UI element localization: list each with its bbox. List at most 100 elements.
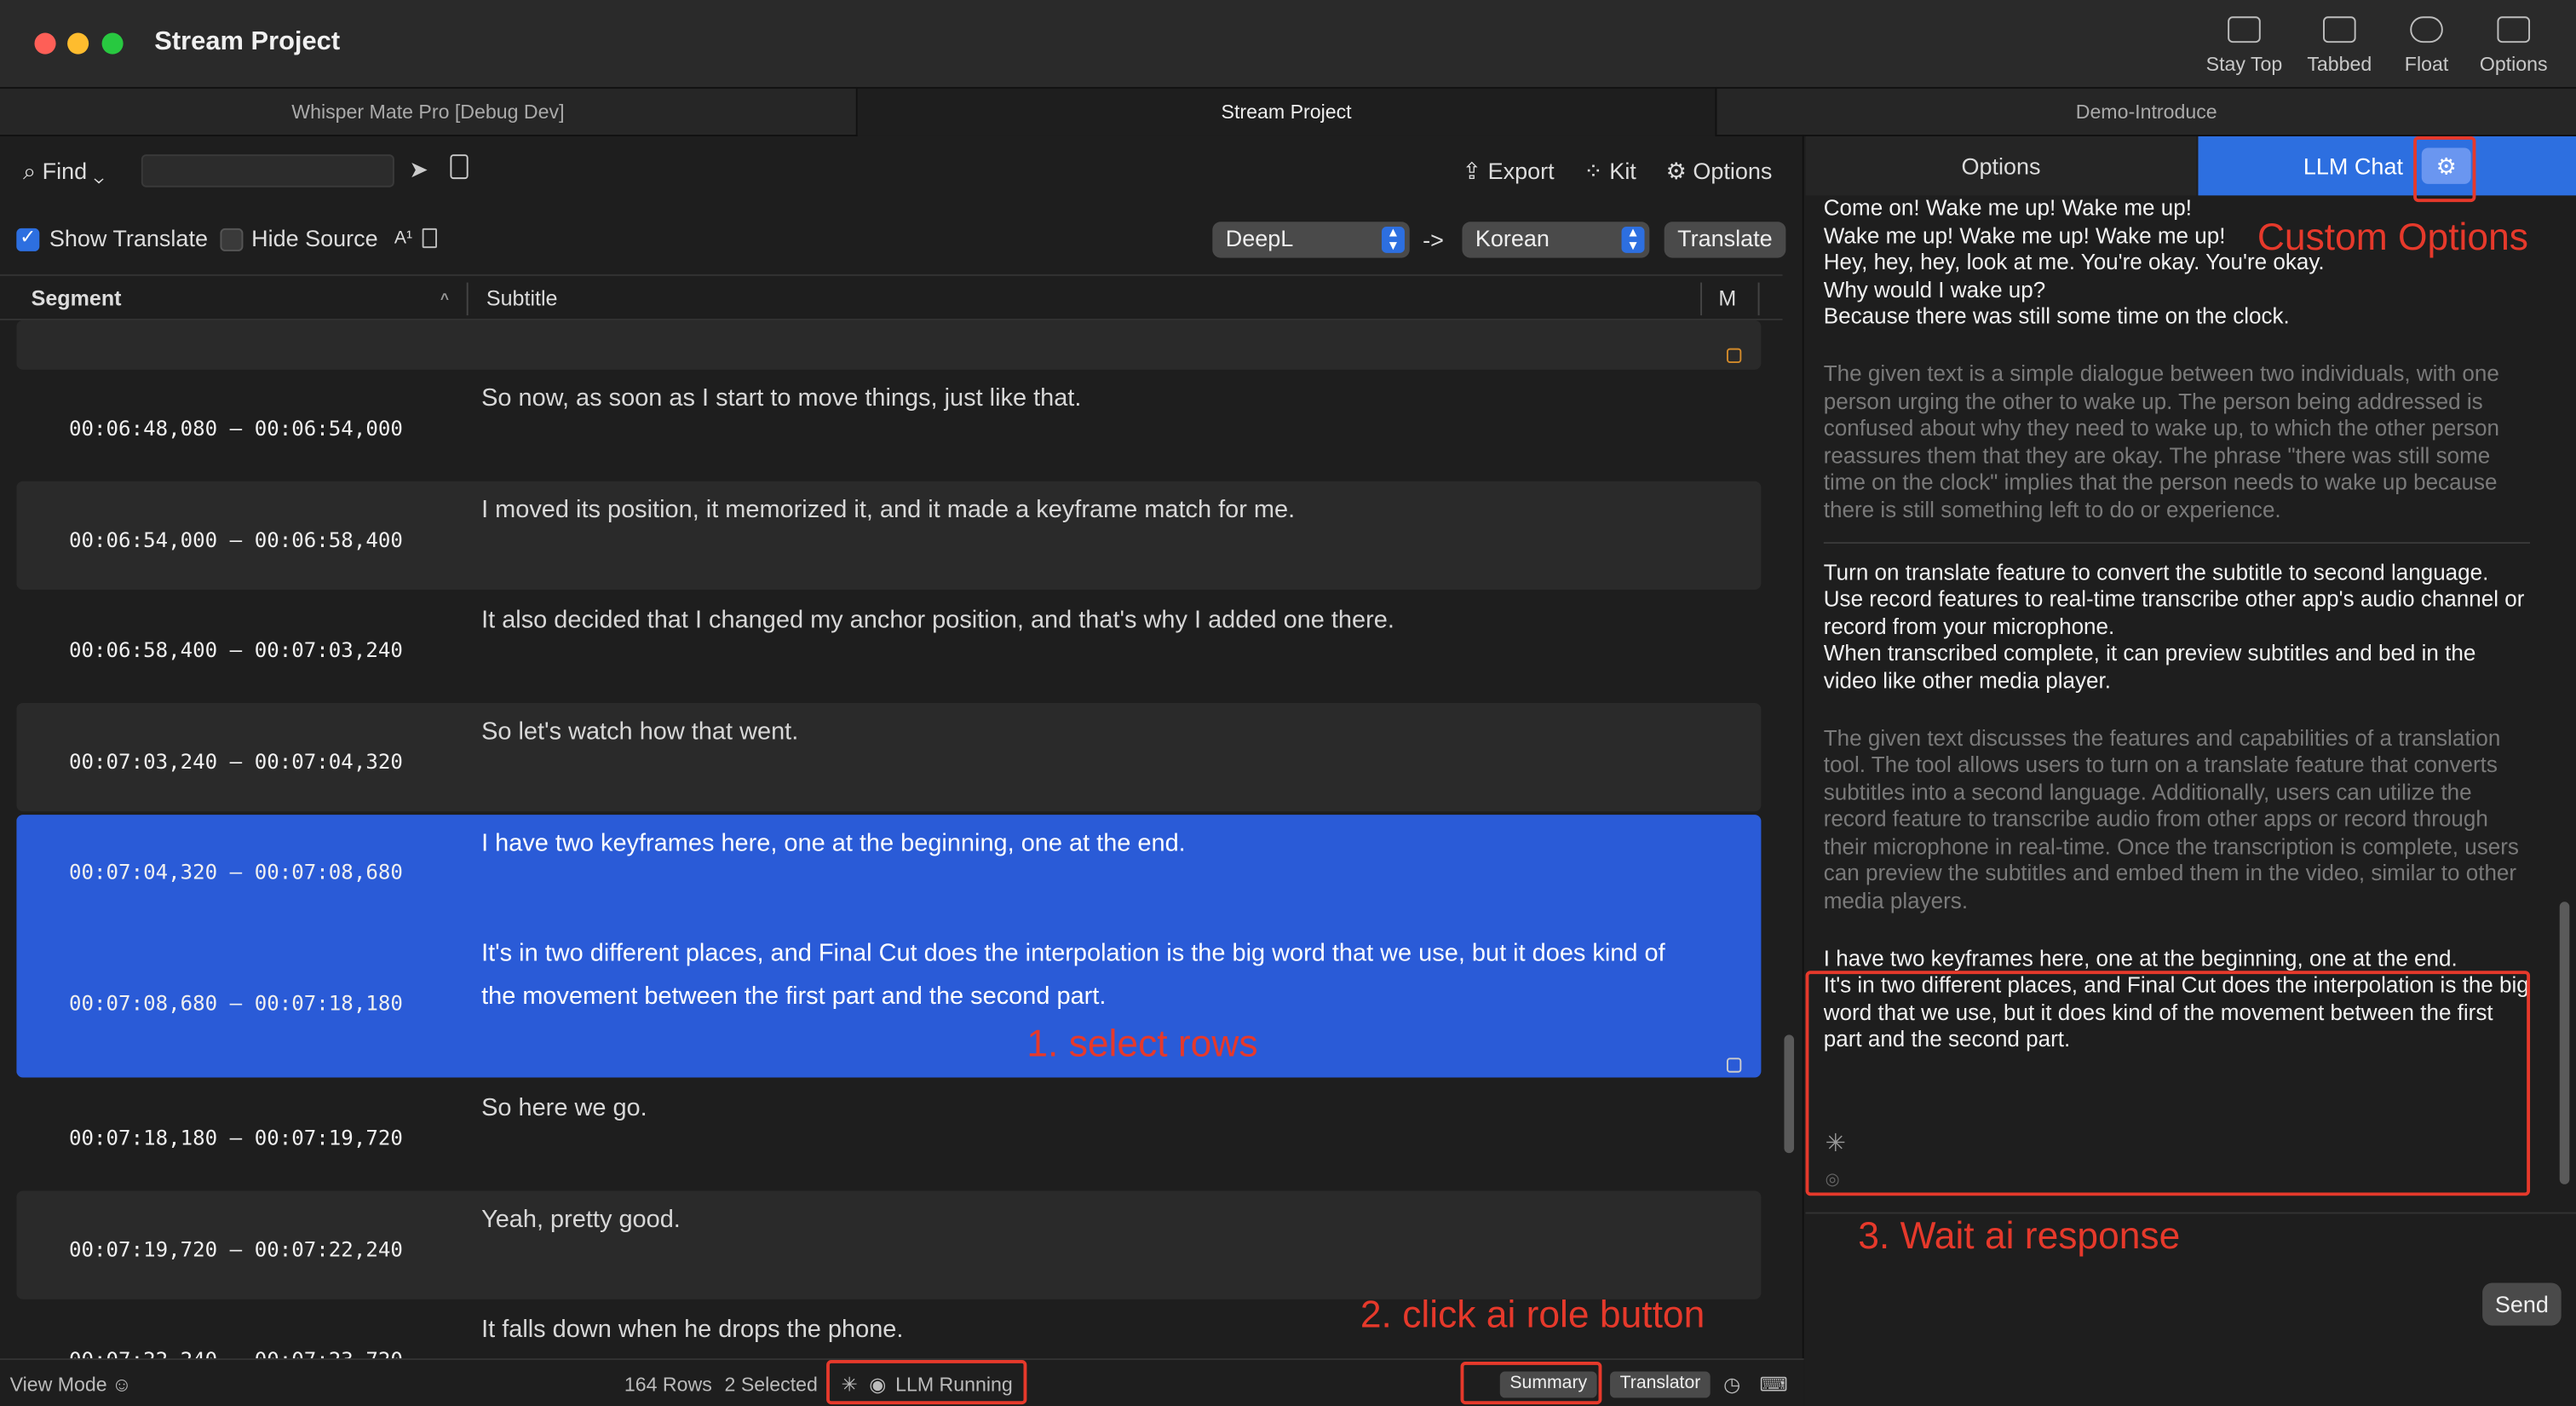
message-line: Use record features to real-time transcr… <box>1823 586 2525 639</box>
table-row[interactable]: 00:06:48,080 — 00:06:54,000 So now, as s… <box>16 370 1761 480</box>
float-icon <box>2410 16 2443 43</box>
target-language-select[interactable]: Korean ▲ ▼ <box>1462 222 1650 258</box>
table-row[interactable]: 00:06:54,000 — 00:06:58,400 I moved its … <box>16 481 1762 591</box>
export-button[interactable]: ⇪ Export <box>1462 158 1554 186</box>
subtitle-table[interactable]: 00:06:48,080 — 00:06:54,000 So now, as s… <box>16 320 1762 1363</box>
subtitle-text: I moved its position, it memorized it, a… <box>481 496 1296 524</box>
column-divider[interactable] <box>1757 282 1760 316</box>
chevron-down-icon: ⌄ <box>87 158 105 184</box>
segment-time: 00:06:48,080 — 00:06:54,000 <box>69 415 403 441</box>
float-label: Float <box>2404 52 2449 76</box>
search-icon: ⌕ <box>23 158 43 184</box>
float-button[interactable]: Float <box>2378 16 2476 76</box>
message-line: Turn on translate feature to convert the… <box>1823 559 2489 585</box>
chat-scrollbar[interactable] <box>2559 902 2570 1184</box>
segment-time: 00:07:19,720 — 00:07:22,240 <box>69 1236 403 1262</box>
show-translate-checkbox[interactable] <box>16 225 40 251</box>
tabbed-label: Tabbed <box>2307 52 2372 76</box>
translate-button[interactable]: Translate <box>1664 222 1786 258</box>
message-line: Hey, hey, hey, look at me. You're okay. … <box>1823 250 2325 275</box>
tabbed-button[interactable]: Tabbed <box>2290 16 2389 76</box>
options-toolbar-button[interactable]: Options <box>2464 16 2563 76</box>
document-icon[interactable] <box>422 228 438 249</box>
llm-status-text: LLM Running <box>895 1373 1013 1397</box>
updown-arrows-icon: ▲ ▼ <box>1621 226 1645 253</box>
translator-role-button[interactable]: Translator <box>1610 1371 1711 1398</box>
smiley-icon[interactable]: ☺ <box>112 1373 132 1396</box>
spinner-icon: ✳ <box>841 1373 858 1397</box>
message-line: I have two keyframes here, one at the be… <box>1823 945 2458 971</box>
segment-time: 00:07:04,320 — 00:07:08,680 <box>69 859 403 885</box>
column-subtitle[interactable]: Subtitle <box>486 285 558 310</box>
column-segment[interactable]: Segment <box>32 285 122 310</box>
sort-ascending-icon: ^ <box>440 291 450 308</box>
table-header: Segment ^ Subtitle M <box>0 274 1783 320</box>
tab-llm-chat[interactable]: LLM Chat ⚙ <box>2198 135 2576 196</box>
message-line: When transcribed complete, it can previe… <box>1823 641 2476 694</box>
send-button[interactable]: Send <box>2482 1282 2562 1326</box>
annotation-wait-response: 3. Wait ai response <box>1858 1213 2181 1257</box>
table-scrollbar[interactable] <box>1784 1034 1795 1154</box>
find-input[interactable] <box>141 154 394 187</box>
table-row[interactable]: 00:07:19,720 — 00:07:22,240 Yeah, pretty… <box>16 1190 1762 1299</box>
subtitle-text: Yeah, pretty good. <box>481 1205 681 1234</box>
font-size-icon[interactable]: A¹ <box>394 228 412 248</box>
minimize-window-button[interactable] <box>67 32 89 55</box>
summary-role-button[interactable]: Summary <box>1499 1371 1597 1398</box>
keyboard-icon[interactable]: ⌨ <box>1760 1373 1788 1396</box>
clock-icon[interactable]: ◷ <box>1723 1373 1740 1396</box>
ai-message: The given text is a simple dialogue betw… <box>1823 361 2499 522</box>
message-line: Come on! Wake me up! Wake me up! <box>1823 195 2192 221</box>
selected-count: 2 Selected <box>724 1373 818 1397</box>
segment-time: 00:06:54,000 — 00:06:58,400 <box>69 527 403 552</box>
magic-wand-icon: ⁘ <box>1584 158 1610 184</box>
updown-arrows-icon: ▲ ▼ <box>1381 226 1405 253</box>
stay-top-button[interactable]: Stay Top <box>2195 16 2294 76</box>
export-label: Export <box>1487 158 1555 184</box>
llm-chat-pane: Options LLM Chat ⚙ Custom Options Come o… <box>1805 135 2576 1406</box>
segment-time: 00:06:58,400 — 00:07:03,240 <box>69 637 403 662</box>
tab-whisper-mate-pro[interactable]: Whisper Mate Pro [Debug Dev] <box>0 89 858 136</box>
robot-icon: ◉ <box>869 1373 887 1397</box>
find-label: Find <box>42 158 88 184</box>
zoom-window-button[interactable] <box>101 32 124 55</box>
editor-options-button[interactable]: ⚙ Options <box>1666 158 1773 186</box>
annotation-box-ai-response <box>1805 971 2531 1196</box>
kit-label: Kit <box>1609 158 1636 184</box>
row-marker-icon <box>1726 348 1742 363</box>
tab-demo-introduce[interactable]: Demo-Introduce <box>1716 89 2576 136</box>
message-line: Because there was still some time on the… <box>1823 304 2290 330</box>
location-arrow-icon[interactable]: ➤ <box>409 156 428 184</box>
row-count: 164 Rows <box>624 1373 712 1397</box>
table-row[interactable]: 00:07:18,180 — 00:07:19,720 So here we g… <box>16 1079 1761 1189</box>
table-row[interactable]: 00:06:58,400 — 00:07:03,240 It also deci… <box>16 591 1761 701</box>
tab-options[interactable]: Options <box>1805 135 2197 196</box>
hide-source-checkbox[interactable] <box>220 228 244 251</box>
book-icon[interactable] <box>450 154 469 180</box>
column-divider[interactable] <box>466 282 469 316</box>
segment-time: 00:07:18,180 — 00:07:19,720 <box>69 1125 403 1150</box>
llm-chat-label: LLM Chat <box>2303 153 2403 180</box>
arrow-label: -> <box>1423 227 1444 253</box>
translation-engine-select[interactable]: DeepL ▲ ▼ <box>1212 222 1410 258</box>
hide-source-label: Hide Source <box>251 225 378 251</box>
editor-options-label: Options <box>1693 158 1773 184</box>
close-window-button[interactable] <box>34 32 56 55</box>
column-m[interactable]: M <box>1718 285 1736 310</box>
selected-rows-block[interactable]: 00:07:04,320 — 00:07:08,680 I have two k… <box>16 815 1762 1078</box>
tabbed-icon <box>2323 16 2356 43</box>
find-menu-button[interactable]: ⌕ Find ⌄ <box>23 158 104 186</box>
subtitle-text: So now, as soon as I start to move thing… <box>481 384 1082 412</box>
subtitle-text: It also decided that I changed my anchor… <box>481 606 1394 635</box>
target-language-value: Korean <box>1475 225 1550 251</box>
options-toolbar-label: Options <box>2479 52 2548 76</box>
column-divider[interactable] <box>1700 282 1703 316</box>
annotation-click-role: 2. click ai role button <box>1360 1293 1705 1336</box>
app-window: Stream Project Stay Top Tabbed Float Opt… <box>0 0 2576 1406</box>
table-row[interactable]: 00:07:03,240 — 00:07:04,320 So let's wat… <box>16 703 1762 812</box>
view-mode-label[interactable]: View Mode <box>10 1373 107 1396</box>
kit-button[interactable]: ⁘ Kit <box>1584 158 1636 186</box>
table-row[interactable] <box>16 320 1762 370</box>
tab-stream-project[interactable]: Stream Project <box>857 89 1717 136</box>
annotation-box-gear <box>2413 135 2476 203</box>
